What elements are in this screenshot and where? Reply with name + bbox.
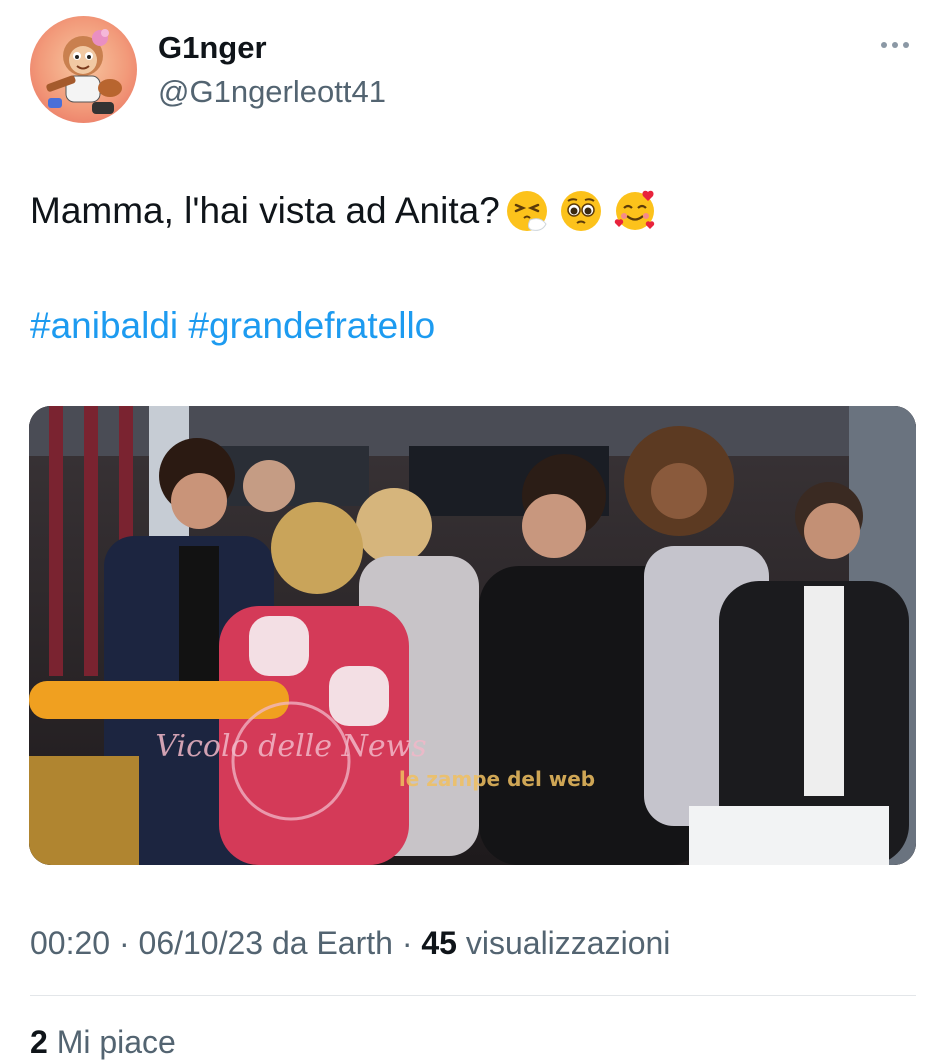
avatar[interactable] <box>30 16 137 123</box>
sneezing-face-emoji <box>506 191 547 231</box>
meta-separator: · <box>401 925 413 961</box>
likes-count: 2 <box>30 1024 48 1060</box>
more-dot-icon <box>881 42 887 48</box>
video-frame: Vicolo delle News le zampe del web <box>29 406 916 865</box>
tweet-text-content: Mamma, l'hai vista ad Anita? <box>30 190 500 231</box>
tweet-media-video[interactable]: Vicolo delle News le zampe del web <box>29 406 916 865</box>
tweet-time[interactable]: 00:20 <box>30 925 110 961</box>
divider <box>30 995 916 996</box>
pleading-face-emoji <box>560 191 601 231</box>
author-name[interactable]: G1nger <box>158 30 267 66</box>
views-label: visualizzazioni <box>465 925 671 961</box>
watermark-right: le zampe del web <box>399 767 595 791</box>
watermark-left: Vicolo delle News <box>155 729 426 764</box>
hashtag-grandefratello[interactable]: #grandefratello <box>188 305 435 346</box>
more-dot-icon <box>903 42 909 48</box>
hashtags: #anibaldi #grandefratello <box>30 305 435 347</box>
meta-separator: · <box>118 925 130 961</box>
more-dot-icon <box>892 42 898 48</box>
likes-stat[interactable]: 2 Mi piace <box>30 1024 176 1061</box>
tweet-date-source[interactable]: 06/10/23 da Earth <box>139 925 393 961</box>
tweet-text: Mamma, l'hai vista ad Anita? <box>30 188 658 234</box>
hashtag-anibaldi[interactable]: #anibaldi <box>30 305 178 346</box>
smiling-face-with-hearts-emoji <box>614 190 654 230</box>
author-handle[interactable]: @G1ngerleott41 <box>158 74 386 110</box>
cartoon-squirrel-avatar <box>46 29 122 114</box>
more-options-button[interactable] <box>872 30 918 60</box>
likes-label: Mi piace <box>56 1024 176 1060</box>
tweet-meta: 00:20 · 06/10/23 da Earth · 45 visualizz… <box>30 925 670 962</box>
views-count: 45 <box>421 925 457 961</box>
